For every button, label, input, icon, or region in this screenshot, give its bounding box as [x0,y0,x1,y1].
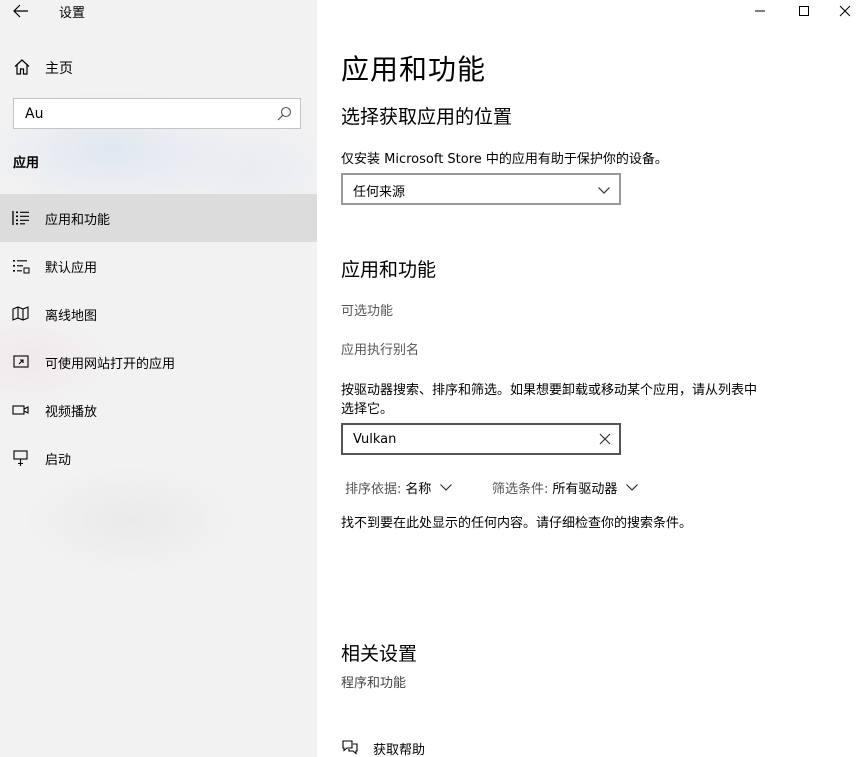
maximize-icon [799,6,809,16]
sidebar-item-startup[interactable]: 启动 [0,434,317,482]
video-playback-icon [12,405,29,415]
search-icon[interactable] [277,106,292,121]
sidebar-item-label: 可使用网站打开的应用 [45,357,176,372]
startup-icon [13,450,28,466]
settings-search-box [13,98,301,129]
sidebar-item-label: 默认应用 [45,261,98,276]
choose-location-heading: 选择获取应用的位置 [341,106,513,128]
sidebar-item-apps-for-websites[interactable]: 可使用网站打开的应用 [0,338,317,386]
filter-by-value: 所有驱动器 [552,481,618,497]
filter-by-key: 筛选条件: [492,481,549,497]
sort-by-value: 名称 [405,481,432,497]
sort-by-key: 排序依据: [345,481,402,497]
offline-maps-icon [12,306,29,321]
window-title: 设置 [59,6,86,21]
maximize-button[interactable] [781,0,827,22]
settings-search-input[interactable] [14,99,274,128]
back-arrow-icon [13,4,28,18]
sidebar-item-label: 启动 [45,453,72,468]
page-title: 应用和功能 [341,53,487,86]
programs-and-features-link[interactable]: 程序和功能 [341,672,406,691]
app-source-dropdown-value: 任何来源 [353,185,406,200]
main-content: 应用和功能 选择获取应用的位置 仅安装 Microsoft Store 中的应用… [317,0,866,757]
get-help-label: 获取帮助 [373,743,426,757]
app-source-dropdown[interactable]: 任何来源 [341,173,621,205]
sidebar-item-video-playback[interactable]: 视频播放 [0,386,317,434]
sidebar-item-offline-maps[interactable]: 离线地图 [0,290,317,338]
apps-list-description-line1: 按驱动器搜索、排序和筛选。如果想要卸载或移动某个应用，请从列表中 [341,383,758,398]
sidebar-item-default-apps[interactable]: 默认应用 [0,242,317,290]
help-chat-icon [342,740,358,755]
sidebar-item-label: 离线地图 [45,309,98,324]
apps-for-websites-icon [13,355,29,368]
sidebar-item-apps-features[interactable]: 应用和功能 [0,194,317,242]
app-search-box [341,423,621,455]
chevron-down-icon [598,187,610,194]
home-label: 主页 [45,61,73,77]
back-button[interactable] [8,0,34,22]
apps-features-icon [12,211,29,225]
minimize-button[interactable] [737,0,783,22]
close-button[interactable] [823,0,866,22]
sidebar: 设置 主页 应用 应用和功能 默认应用 离线地图 可使用网站打开的应用 视频播放… [0,0,317,757]
choose-location-description: 仅安装 Microsoft Store 中的应用有助于保护你的设备。 [341,152,668,167]
apps-list-description-line2: 选择它。 [341,402,394,417]
sidebar-section-heading: 应用 [13,156,40,171]
sidebar-item-home[interactable]: 主页 [0,52,317,82]
close-icon [839,5,850,17]
default-apps-icon [13,260,30,274]
sort-by-selector[interactable]: 排序依据: 名称 [345,477,453,497]
sidebar-item-label: 应用和功能 [45,213,111,228]
sidebar-item-label: 视频播放 [45,405,98,420]
chevron-down-icon [626,484,639,491]
optional-features-link[interactable]: 可选功能 [341,300,393,319]
clear-icon[interactable] [598,432,612,446]
filter-by-selector[interactable]: 筛选条件: 所有驱动器 [492,477,639,497]
app-execution-alias-link[interactable]: 应用执行别名 [341,339,419,358]
app-search-input[interactable] [343,425,593,453]
empty-results-message: 找不到要在此处显示的任何内容。请仔细检查你的搜索条件。 [341,516,693,531]
chevron-down-icon [440,484,453,491]
minimize-icon [755,10,765,12]
apps-features-heading: 应用和功能 [341,259,437,281]
home-icon [14,59,30,75]
related-settings-heading: 相关设置 [341,643,418,665]
